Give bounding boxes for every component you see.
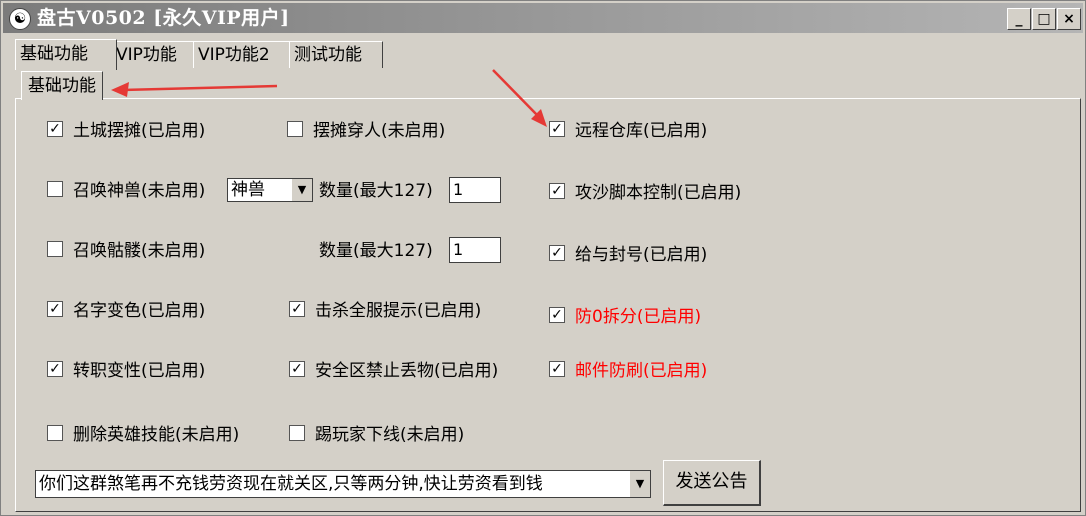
close-button[interactable]: ×	[1057, 8, 1081, 30]
checkbox-icon: ✓	[549, 183, 565, 199]
checkbox-icon: ✓	[289, 301, 305, 317]
checkbox-icon: ✓	[289, 361, 305, 377]
checkbox-icon: ✓	[549, 121, 565, 137]
chevron-down-icon[interactable]: ▼	[291, 179, 312, 201]
title-bar: ☯ 盘古V0502 [永久VIP用户] _ □ ×	[3, 3, 1083, 33]
option-tucheng-checkbox[interactable]: ✓ 土城摆摊(已启用)	[47, 119, 205, 143]
option-fenghao-checkbox[interactable]: ✓ 给与封号(已启用)	[549, 243, 707, 267]
main-window: ☯ 盘古V0502 [永久VIP用户] _ □ × 基础功能 VIP功能 VIP…	[0, 0, 1086, 516]
checkbox-icon: ✓	[549, 307, 565, 323]
tab-basic[interactable]: 基础功能	[15, 39, 117, 70]
kulou-count-input[interactable]: 1	[449, 237, 501, 263]
checkbox-icon: ✓	[47, 361, 63, 377]
announcement-select[interactable]: 你们这群煞笔再不充钱劳资现在就关区,只等两分钟,快让劳资看到钱 ▼	[35, 470, 651, 498]
checkbox-icon	[47, 181, 63, 197]
checkbox-icon: ✓	[549, 361, 565, 377]
subtab-basic[interactable]: 基础功能	[21, 71, 103, 100]
option-anquan-checkbox[interactable]: ✓ 安全区禁止丢物(已启用)	[289, 359, 498, 383]
checkbox-icon: ✓	[47, 301, 63, 317]
checkbox-icon	[289, 425, 305, 441]
checkbox-icon: ✓	[549, 245, 565, 261]
chevron-down-icon[interactable]: ▼	[629, 471, 650, 497]
maximize-button[interactable]: □	[1032, 8, 1056, 30]
window-title: 盘古V0502 [永久VIP用户]	[37, 7, 290, 29]
option-shenshou-checkbox[interactable]: 召唤神兽(未启用)	[47, 179, 205, 203]
option-youjian-checkbox[interactable]: ✓ 邮件防刷(已启用)	[549, 359, 707, 383]
option-jisha-checkbox[interactable]: ✓ 击杀全服提示(已启用)	[289, 299, 481, 323]
tab-test[interactable]: 测试功能	[289, 41, 383, 68]
shenshou-count-label: 数量(最大127)	[319, 181, 433, 201]
checkbox-icon: ✓	[47, 121, 63, 137]
app-logo-icon: ☯	[9, 8, 31, 30]
option-shanchu-checkbox[interactable]: 删除英雄技能(未启用)	[47, 423, 239, 447]
option-zhuanzhi-checkbox[interactable]: ✓ 转职变性(已启用)	[47, 359, 205, 383]
option-ti-checkbox[interactable]: 踢玩家下线(未启用)	[289, 423, 464, 447]
send-announcement-button[interactable]: 发送公告	[663, 460, 761, 506]
shenshou-count-input[interactable]: 1	[449, 177, 501, 203]
tab-vip[interactable]: VIP功能	[111, 41, 197, 68]
option-cangku-checkbox[interactable]: ✓ 远程仓库(已启用)	[549, 119, 707, 143]
option-gongsha-checkbox[interactable]: ✓ 攻沙脚本控制(已启用)	[549, 181, 741, 205]
option-mingzi-checkbox[interactable]: ✓ 名字变色(已启用)	[47, 299, 205, 323]
minimize-button[interactable]: _	[1007, 8, 1031, 30]
checkbox-icon	[287, 121, 303, 137]
annotation-arrow-left-icon	[111, 82, 278, 97]
annotation-arrow-down-icon	[492, 69, 547, 127]
option-kulou-checkbox[interactable]: 召唤骷髅(未启用)	[47, 239, 205, 263]
checkbox-icon	[47, 425, 63, 441]
option-fang0-checkbox[interactable]: ✓ 防0拆分(已启用)	[549, 305, 701, 329]
option-baitan-checkbox[interactable]: 摆摊穿人(未启用)	[287, 119, 445, 143]
kulou-count-label: 数量(最大127)	[319, 241, 433, 261]
shenshou-select[interactable]: 神兽 ▼	[227, 178, 313, 202]
tab-vip2[interactable]: VIP功能2	[193, 41, 293, 68]
checkbox-icon	[47, 241, 63, 257]
